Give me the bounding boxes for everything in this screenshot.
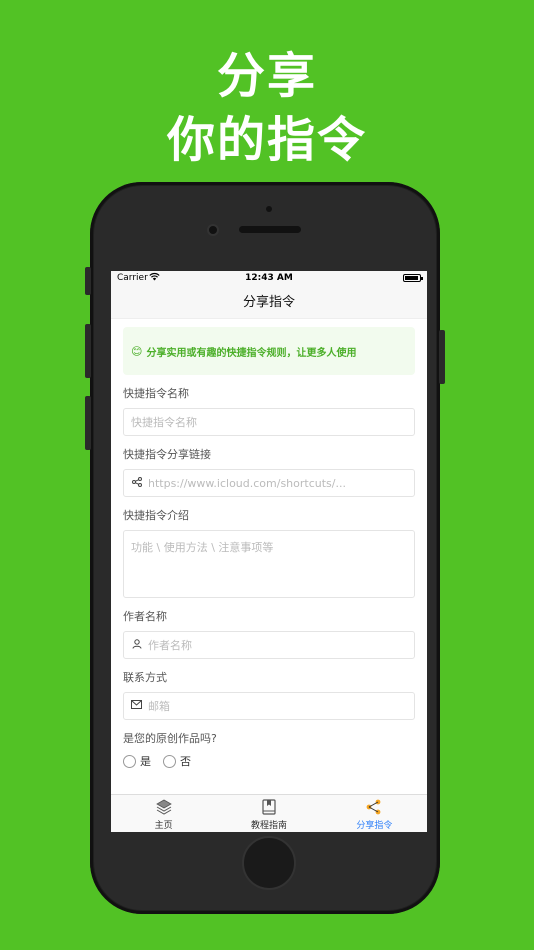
volume-down-button <box>85 396 91 450</box>
battery-icon <box>403 274 423 282</box>
book-icon <box>216 799 321 818</box>
front-camera <box>207 224 219 236</box>
info-notice: 😊 分享实用或有趣的快捷指令规则，让更多人使用 <box>123 327 415 375</box>
intro-placeholder: 功能 \ 使用方法 \ 注意事项等 <box>131 541 274 554</box>
link-label: 快捷指令分享链接 <box>123 448 211 461</box>
share-form: 😊 分享实用或有趣的快捷指令规则，让更多人使用 快捷指令名称 快捷指令名称 快捷… <box>111 319 427 769</box>
author-name-placeholder: 作者名称 <box>148 639 192 652</box>
contact-label: 联系方式 <box>123 671 167 684</box>
tab-home-label: 主页 <box>154 821 173 831</box>
radio-yes[interactable]: 是 <box>123 753 151 769</box>
volume-up-button <box>85 324 91 378</box>
shortcut-name-input[interactable]: 快捷指令名称 <box>123 408 415 436</box>
smile-emoji-icon: 😊 <box>131 344 143 358</box>
tab-home[interactable]: 主页 <box>111 795 216 832</box>
user-icon <box>131 638 142 652</box>
tab-bar: 主页 教程指南 分享指令 <box>111 794 427 832</box>
headline-line1: 分享 <box>216 48 317 104</box>
email-placeholder: 邮箱 <box>148 700 170 713</box>
tab-share[interactable]: 分享指令 <box>322 795 427 832</box>
clock: 12:43 AM <box>245 273 293 283</box>
app-screen: Carrier 12:43 AM 分享指令 😊 分享实用或有趣的快捷指令规则，让… <box>111 271 427 832</box>
radio-circle[interactable] <box>123 754 136 768</box>
radio-yes-label: 是 <box>140 755 151 768</box>
tab-guide-label: 教程指南 <box>250 821 287 831</box>
original-label: 是您的原创作品吗? <box>123 732 217 745</box>
earpiece-speaker <box>239 226 301 233</box>
share-icon <box>322 799 427 818</box>
share-icon <box>131 476 142 490</box>
share-link-input[interactable]: https://www.icloud.com/shortcuts/... <box>123 469 415 497</box>
name-label: 快捷指令名称 <box>123 387 189 400</box>
layers-icon <box>111 799 216 818</box>
radio-no-label: 否 <box>180 755 191 768</box>
radio-circle[interactable] <box>163 754 176 768</box>
headline-line2: 你的指令 <box>166 112 367 168</box>
mail-icon <box>131 700 142 712</box>
share-link-placeholder: https://www.icloud.com/shortcuts/... <box>148 476 346 490</box>
phone-frame: Carrier 12:43 AM 分享指令 😊 分享实用或有趣的快捷指令规则，让… <box>85 182 445 914</box>
intro-label: 快捷指令介绍 <box>123 509 189 522</box>
shortcut-name-placeholder: 快捷指令名称 <box>131 416 197 429</box>
tab-guide[interactable]: 教程指南 <box>216 795 321 832</box>
radio-no[interactable]: 否 <box>163 753 191 769</box>
page-title: 分享指令 <box>111 287 427 319</box>
original-radio-group: 是 否 <box>123 753 415 769</box>
status-bar: Carrier 12:43 AM <box>111 271 427 287</box>
power-button <box>439 330 445 384</box>
intro-textarea[interactable]: 功能 \ 使用方法 \ 注意事项等 <box>123 530 415 598</box>
tab-share-label: 分享指令 <box>356 821 393 831</box>
sensor <box>266 206 272 212</box>
author-label: 作者名称 <box>123 610 167 623</box>
home-button[interactable] <box>242 836 296 890</box>
notice-text: 分享实用或有趣的快捷指令规则，让更多人使用 <box>146 347 357 359</box>
email-field[interactable]: 邮箱 <box>123 692 415 720</box>
author-name-input[interactable]: 作者名称 <box>123 631 415 659</box>
phone-body: Carrier 12:43 AM 分享指令 😊 分享实用或有趣的快捷指令规则，让… <box>94 186 436 910</box>
mute-switch <box>85 267 91 295</box>
